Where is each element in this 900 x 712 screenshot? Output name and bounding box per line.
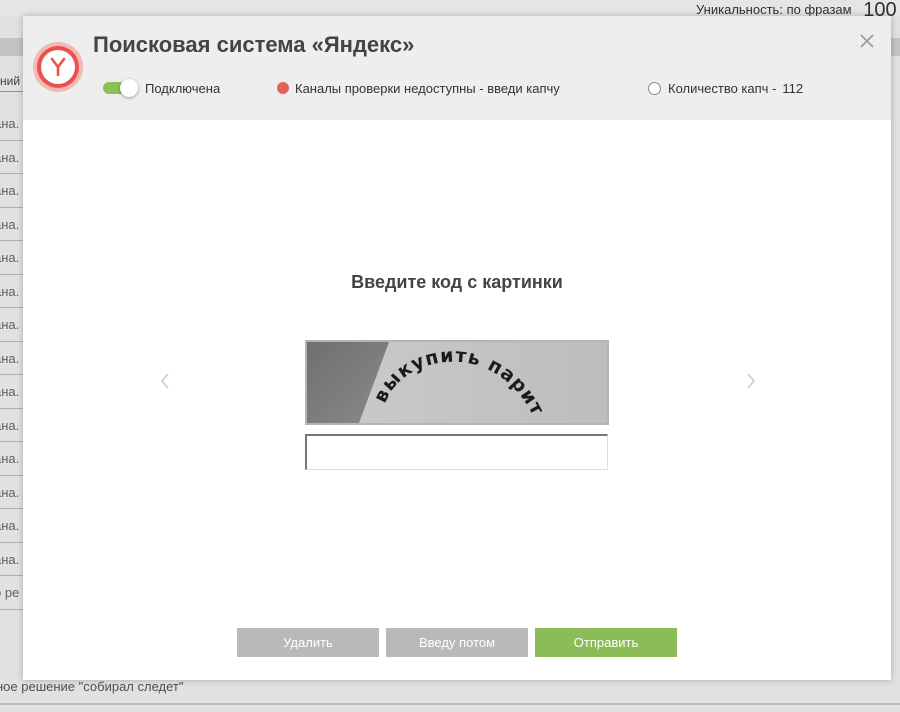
captcha-heading: Введите код с картинки <box>351 272 563 292</box>
chevron-right-icon[interactable] <box>745 372 757 390</box>
connection-toggle[interactable] <box>103 79 139 97</box>
yandex-logo-icon <box>33 42 83 92</box>
yandex-y-glyph-icon <box>50 57 66 77</box>
captcha-count-label: Количество капч - <box>668 80 777 96</box>
connection-label: Подключена <box>145 80 221 96</box>
channels-status-label: Каналы проверки недоступны - введи капчу <box>295 80 560 96</box>
connection-status: Подключена <box>103 79 221 97</box>
captcha-image: выкупить парит <box>305 340 609 425</box>
channels-status-dot-icon <box>277 82 289 94</box>
captcha-input[interactable] <box>305 434 608 470</box>
close-icon[interactable] <box>859 33 875 49</box>
captcha-count-value: 112 <box>782 80 804 96</box>
delete-button[interactable]: Удалить <box>237 628 379 657</box>
chevron-left-icon[interactable] <box>159 372 171 390</box>
captcha-count-radio-icon <box>648 81 661 95</box>
enter-later-button[interactable]: Введу потом <box>386 628 528 657</box>
captcha-modal: Поисковая система «Яндекс» Подключена Ка… <box>23 16 891 680</box>
captcha-picture: выкупить парит <box>307 342 607 423</box>
modal-title: Поисковая система «Яндекс» <box>93 32 415 57</box>
captcha-count-status: Количество капч - 112 <box>648 80 803 96</box>
send-button[interactable]: Отправить <box>535 628 677 657</box>
modal-header: Поисковая система «Яндекс» Подключена Ка… <box>23 16 891 120</box>
channels-status: Каналы проверки недоступны - введи капчу <box>277 80 560 96</box>
